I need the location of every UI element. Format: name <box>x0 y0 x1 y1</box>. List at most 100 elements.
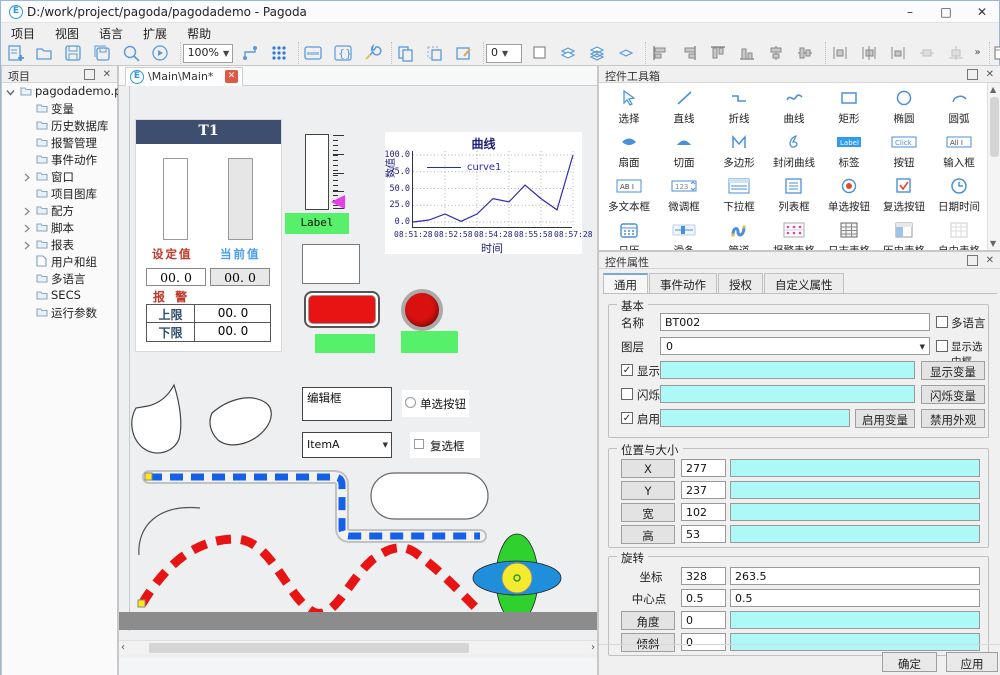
toolbox-item-histtable[interactable]: 历史表格 <box>877 221 931 250</box>
show-variable-button[interactable]: 显示变量 <box>921 361 985 380</box>
center-horizontal-button[interactable] <box>828 43 852 64</box>
toolbox-item-spin[interactable]: 123微调框 <box>657 177 711 214</box>
toolbox-item-curve[interactable]: 曲线 <box>767 89 821 126</box>
apply-button[interactable]: 应用 <box>946 652 998 672</box>
search-button[interactable] <box>119 43 143 64</box>
tree-item-窗口[interactable]: 窗口 <box>2 168 117 185</box>
tree-item-事件动作[interactable]: 事件动作 <box>2 151 117 168</box>
blank-layer-button[interactable] <box>527 43 551 64</box>
align-vcenter-button[interactable] <box>794 43 818 64</box>
y-button[interactable]: Y <box>621 481 675 500</box>
toolbox-item-radio[interactable]: 单选按钮 <box>822 177 876 214</box>
menu-item-3[interactable]: 扩展 <box>133 23 177 44</box>
x-button[interactable]: X <box>621 459 675 478</box>
tree-chevron-icon[interactable] <box>6 86 16 96</box>
capsule-shape[interactable] <box>371 473 488 519</box>
align-hcenter-button[interactable] <box>765 43 789 64</box>
tree-chevron-icon[interactable] <box>22 290 32 300</box>
toolbox-item-alarmtable[interactable]: 报警表格 <box>767 221 821 250</box>
closed-curve-shape[interactable] <box>132 385 181 453</box>
grid-toggle-button[interactable] <box>267 43 291 64</box>
menu-item-4[interactable]: 帮助 <box>177 23 221 44</box>
close-panel-icon[interactable]: ✕ <box>986 69 994 80</box>
tree-chevron-icon[interactable] <box>22 171 32 181</box>
scrollbar-thumb[interactable] <box>990 97 999 157</box>
showsel-checkbox[interactable] <box>936 340 948 352</box>
align-bottom-button[interactable] <box>736 43 760 64</box>
tab-close-icon[interactable]: ✕ <box>225 70 238 83</box>
toolbox-item-pipe[interactable]: 管道 <box>712 221 766 250</box>
toolbox-item-ellipse[interactable]: 椭圆 <box>877 89 931 126</box>
script-braces-button[interactable]: {} <box>331 43 355 64</box>
props-tab-通用[interactable]: 通用 <box>603 273 648 293</box>
close-panel-icon[interactable]: ✕ <box>103 69 111 80</box>
x-input[interactable]: 277 <box>681 459 726 477</box>
height-input[interactable]: 53 <box>681 525 726 543</box>
tree-chevron-icon[interactable] <box>22 154 32 164</box>
coord-x-input[interactable]: 328 <box>681 567 726 585</box>
menu-item-2[interactable]: 语言 <box>89 23 133 44</box>
toolbox-item-arc[interactable]: 圆弧 <box>932 89 986 126</box>
toolbox-item-clock[interactable]: 日期时间 <box>932 177 986 214</box>
tree-item-报表[interactable]: 报表 <box>2 236 117 253</box>
center-vertical-button[interactable] <box>857 43 881 64</box>
pipe-start-handle[interactable] <box>138 600 145 607</box>
zoom-select[interactable]: 100%▼ <box>183 44 234 63</box>
x-variable-field[interactable] <box>730 459 980 477</box>
disable-appearance-button[interactable]: 禁用外观 <box>921 409 985 428</box>
ok-button[interactable]: 确定 <box>882 652 937 672</box>
width-variable-field[interactable] <box>730 503 980 521</box>
tree-chevron-icon[interactable] <box>22 137 32 147</box>
show-checkbox[interactable]: ✓ <box>621 364 633 376</box>
arc-shape[interactable] <box>139 508 200 555</box>
red-pipe-widget[interactable] <box>142 539 476 613</box>
close-panel-icon[interactable]: ✕ <box>986 255 994 266</box>
tree-chevron-icon[interactable] <box>22 222 32 232</box>
angle-variable-field[interactable] <box>730 611 980 629</box>
scroll-down-icon[interactable]: ▼ <box>990 239 996 248</box>
horizontal-scrollbar[interactable]: ‹ › <box>119 640 597 654</box>
toolbox-item-input[interactable]: All I输入框 <box>932 133 986 170</box>
toolbox-item-cursor[interactable]: 选择 <box>602 89 656 126</box>
bring-forward-button[interactable] <box>556 43 580 64</box>
tree-item-SECS[interactable]: SECS <box>2 287 117 304</box>
toolbox-item-polygon[interactable]: 多边形 <box>712 133 766 170</box>
props-tab-事件动作[interactable]: 事件动作 <box>649 273 717 293</box>
toolbar-overflow[interactable]: » <box>974 43 982 58</box>
tree-chevron-icon[interactable] <box>22 307 32 317</box>
center-x-input[interactable]: 0.5 <box>681 589 726 607</box>
blink-checkbox[interactable] <box>621 388 633 400</box>
y-variable-field[interactable] <box>730 481 980 499</box>
tree-item-报警管理[interactable]: 报警管理 <box>2 134 117 151</box>
width-input[interactable]: 102 <box>681 503 726 521</box>
tree-item-配方[interactable]: 配方 <box>2 202 117 219</box>
height-button[interactable]: 高 <box>621 525 675 544</box>
toolbox-item-line[interactable]: 直线 <box>657 89 711 126</box>
show-variable-field[interactable] <box>660 361 915 379</box>
tree-item-变量[interactable]: 变量 <box>2 100 117 117</box>
toolbox-item-check[interactable]: 复选按钮 <box>877 177 931 214</box>
window-settings-button[interactable] <box>301 43 325 64</box>
menu-item-1[interactable]: 视图 <box>45 23 89 44</box>
valve-flower-widget[interactable] <box>473 534 561 622</box>
layer-order-button[interactable] <box>614 43 638 64</box>
scroll-right-icon[interactable]: › <box>591 642 595 653</box>
pin-icon[interactable] <box>967 69 978 80</box>
tools-wrench-button[interactable] <box>360 43 384 64</box>
window-preview-button[interactable] <box>992 43 1000 64</box>
new-file-button[interactable] <box>3 43 27 64</box>
toolbox-item-cut[interactable]: 切面 <box>657 133 711 170</box>
distribute-v-button[interactable] <box>944 43 968 64</box>
tree-chevron-icon[interactable] <box>22 273 32 283</box>
save-button[interactable] <box>61 43 85 64</box>
coord-y-input[interactable]: 263.5 <box>730 567 980 585</box>
toolbox-item-slider[interactable]: 滑条 <box>657 221 711 250</box>
tree-item-多语言[interactable]: 多语言 <box>2 270 117 287</box>
toolbox-scrollbar[interactable]: ▲ ▼ <box>987 83 1000 250</box>
tree-chevron-icon[interactable] <box>22 239 32 249</box>
save-all-button[interactable] <box>90 43 114 64</box>
align-left-button[interactable] <box>648 43 672 64</box>
edit-duplicate-button[interactable] <box>452 43 476 64</box>
toolbox-item-multitext[interactable]: AB I多文本框 <box>602 177 656 214</box>
cut-shape[interactable] <box>210 398 271 445</box>
